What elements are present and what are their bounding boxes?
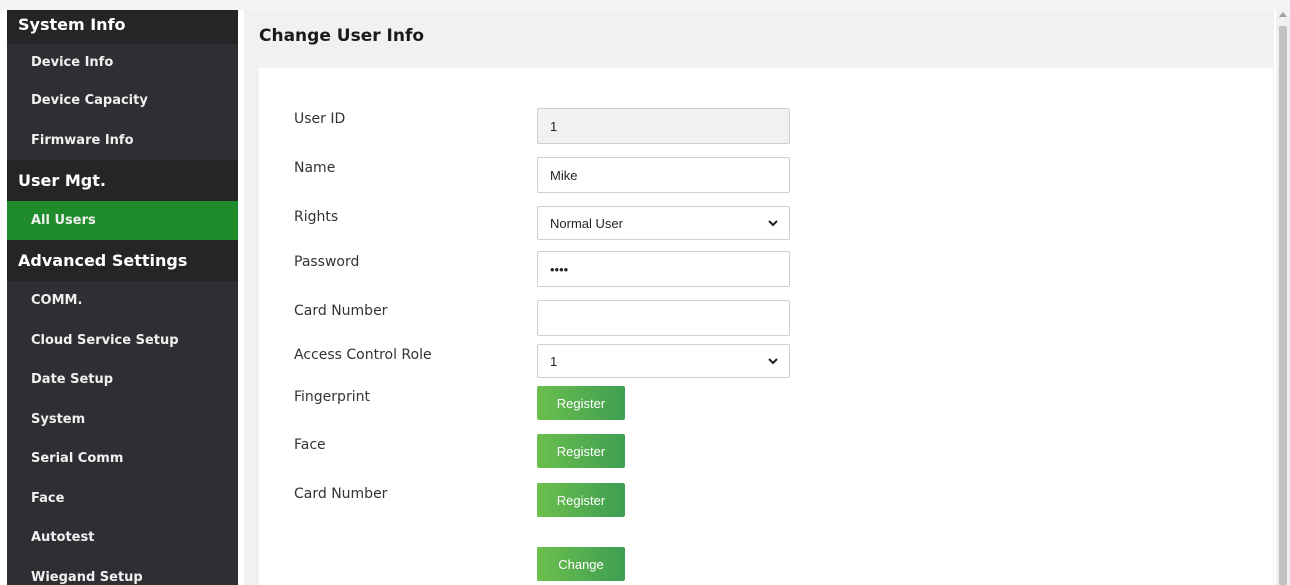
chevron-down-icon — [768, 220, 778, 227]
sidebar-item-system[interactable]: System — [7, 400, 238, 440]
vertical-scrollbar[interactable] — [1276, 10, 1290, 585]
change-user-form: User ID 1 Name Mike Rights Normal User P… — [259, 68, 1273, 585]
sidebar-item-device-info[interactable]: Device Info — [7, 44, 238, 81]
sidebar-item-all-users[interactable]: All Users — [7, 201, 238, 240]
sidebar-item-face[interactable]: Face — [7, 479, 238, 519]
access-role-select-value: 1 — [550, 353, 558, 369]
top-strip — [0, 0, 1290, 10]
sidebar-item-wiegand-setup[interactable]: Wiegand Setup — [7, 558, 238, 585]
sidebar-item-autotest[interactable]: Autotest — [7, 518, 238, 558]
fingerprint-label: Fingerprint — [294, 389, 370, 405]
sidebar-item-firmware-info[interactable]: Firmware Info — [7, 121, 238, 161]
card-number-label: Card Number — [294, 303, 388, 319]
main-panel: Change User Info User ID 1 Name Mike Rig… — [244, 10, 1274, 585]
access-control-role-select[interactable]: 1 — [537, 344, 790, 378]
sidebar-item-device-capacity[interactable]: Device Capacity — [7, 81, 238, 121]
sidebar-item-date-setup[interactable]: Date Setup — [7, 360, 238, 400]
face-label: Face — [294, 437, 326, 453]
section-advanced-settings[interactable]: Advanced Settings — [7, 240, 238, 281]
card-number-register-label: Card Number — [294, 486, 388, 502]
name-label: Name — [294, 160, 336, 176]
section-system-info[interactable]: System Info — [7, 10, 238, 44]
sidebar-item-serial-comm[interactable]: Serial Comm — [7, 439, 238, 479]
chevron-down-icon — [768, 358, 778, 365]
card-register-button[interactable]: Register — [537, 483, 625, 517]
password-label: Password — [294, 254, 360, 270]
sidebar-item-cloud-service-setup[interactable]: Cloud Service Setup — [7, 321, 238, 361]
password-field[interactable]: •••• — [537, 251, 790, 287]
fingerprint-register-button[interactable]: Register — [537, 386, 625, 420]
face-register-button[interactable]: Register — [537, 434, 625, 468]
rights-select[interactable]: Normal User — [537, 206, 790, 240]
name-field[interactable]: Mike — [537, 157, 790, 193]
user-id-label: User ID — [294, 111, 346, 127]
sidebar-item-comm[interactable]: COMM. — [7, 281, 238, 321]
rights-label: Rights — [294, 209, 339, 225]
card-number-field[interactable] — [537, 300, 790, 336]
scrollbar-thumb[interactable] — [1279, 26, 1287, 585]
change-button[interactable]: Change — [537, 547, 625, 581]
scroll-up-arrow-icon[interactable] — [1279, 12, 1287, 17]
access-control-role-label: Access Control Role — [294, 347, 432, 363]
user-id-field: 1 — [537, 108, 790, 144]
sidebar-nav: System Info Device Info Device Capacity … — [7, 10, 238, 585]
section-user-mgt[interactable]: User Mgt. — [7, 160, 238, 201]
rights-select-value: Normal User — [550, 215, 623, 231]
page-title: Change User Info — [259, 26, 425, 46]
